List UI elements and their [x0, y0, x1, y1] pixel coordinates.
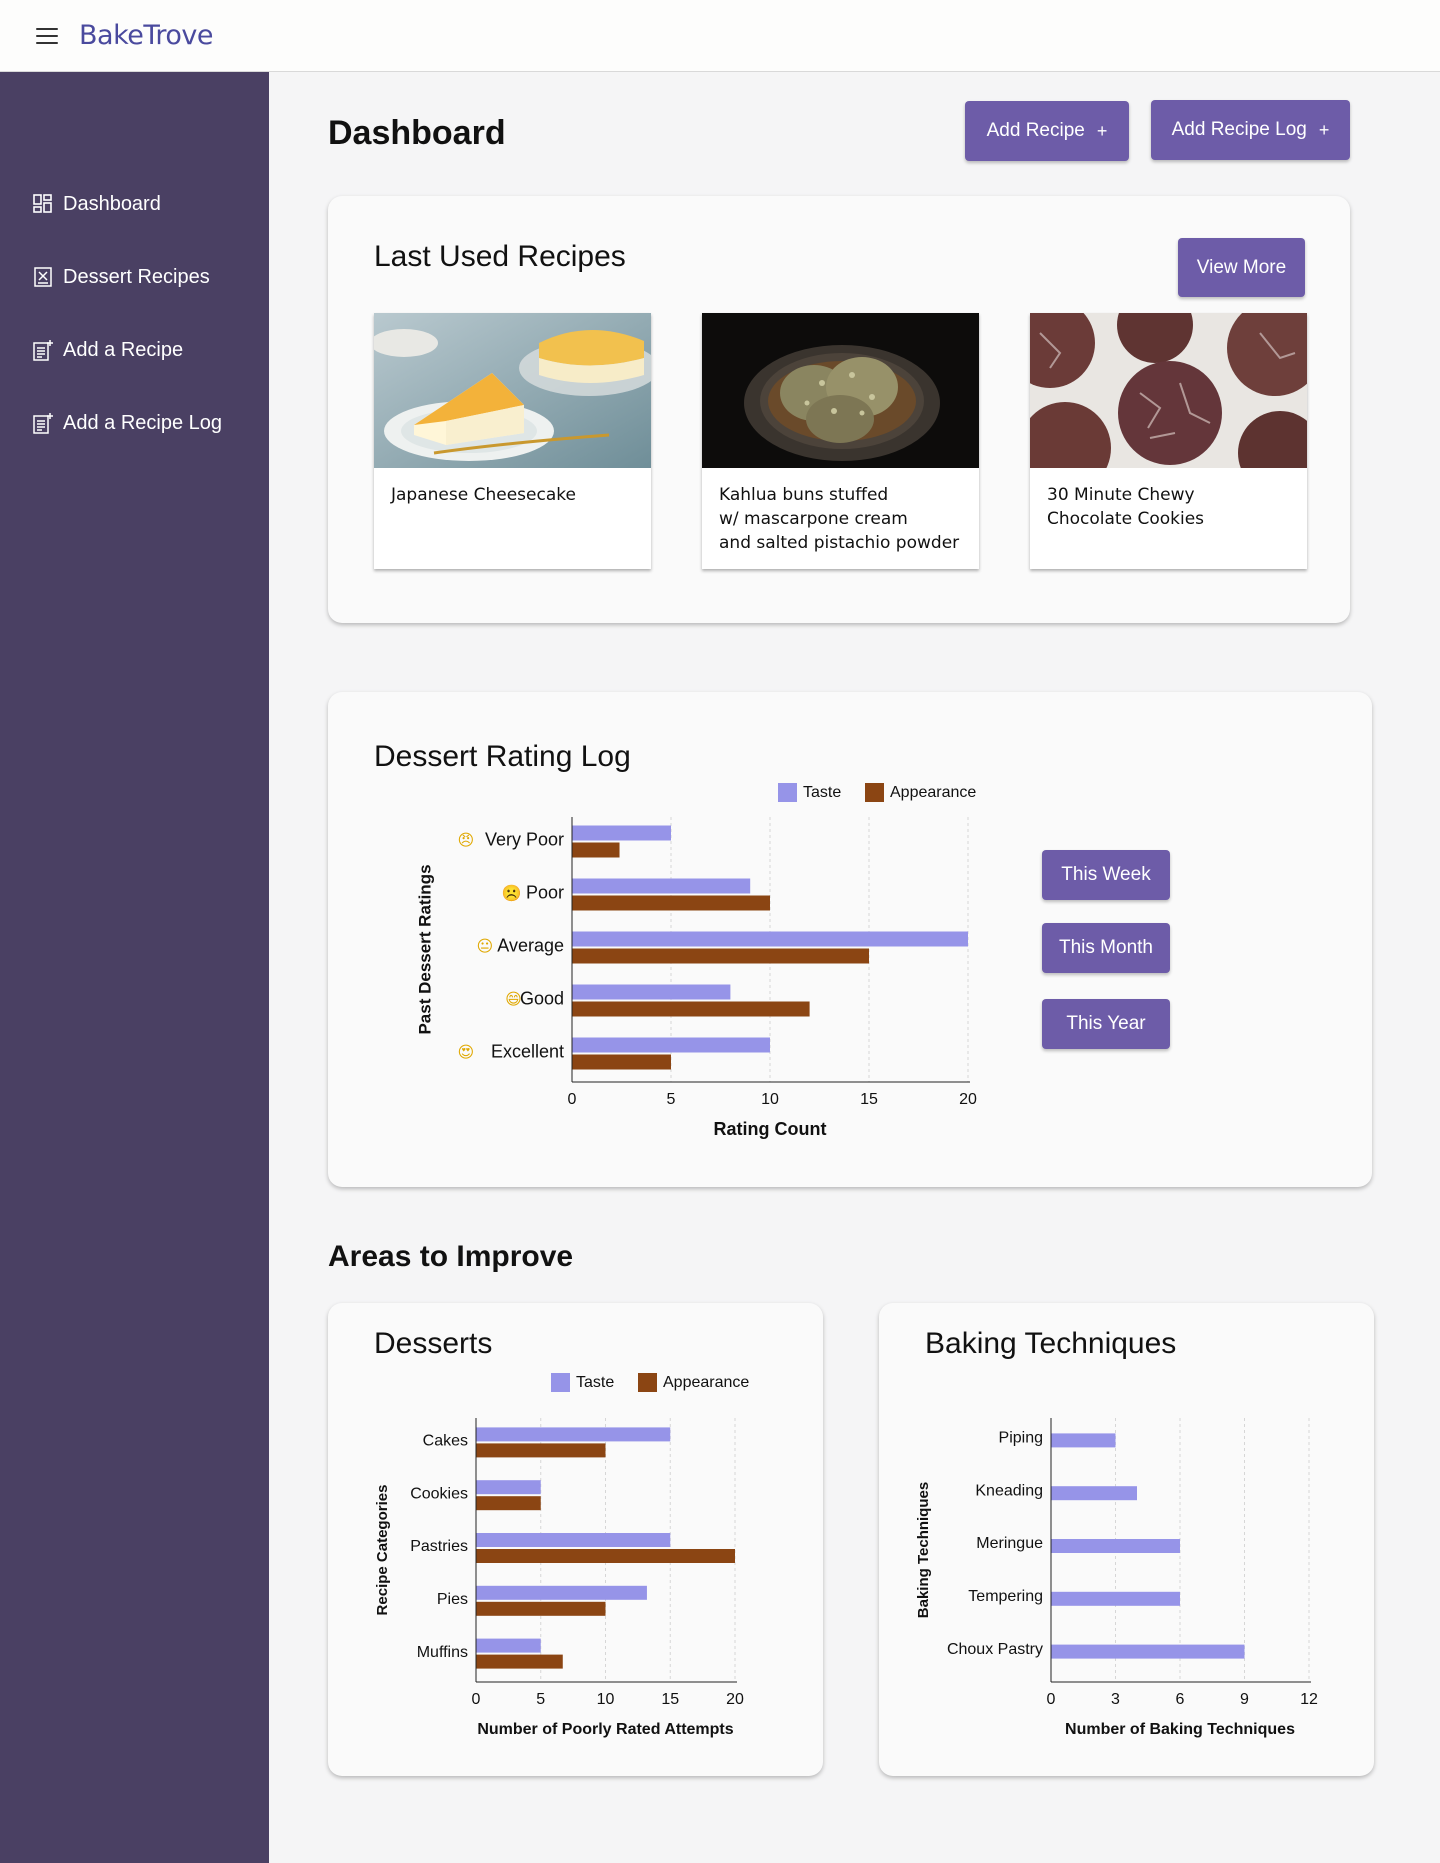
sidebar-item-label: Add a Recipe Log	[63, 411, 223, 434]
baking-techniques-card	[879, 1303, 1374, 1776]
sidebar-item-dessert-recipes[interactable]: Dessert Recipes	[32, 262, 210, 292]
recipe-book-icon	[34, 267, 52, 287]
sidebar-item-label: Dessert Recipes	[63, 265, 210, 288]
baking-techniques-title: Baking Techniques	[925, 1327, 1177, 1360]
plus-icon: +	[1318, 119, 1330, 140]
add-document-icon	[33, 340, 53, 361]
kahlua-buns-photo	[702, 313, 979, 468]
plus-icon: +	[1096, 120, 1108, 141]
areas-to-improve-heading: Areas to Improve	[328, 1240, 574, 1273]
add-recipe-button[interactable]: Add Recipe +	[965, 101, 1129, 161]
page-title: Dashboard	[328, 114, 506, 152]
add-recipe-log-label: Add Recipe Log	[1171, 119, 1307, 140]
view-more-button[interactable]: View More	[1178, 238, 1305, 297]
hamburger-menu-icon[interactable]	[36, 28, 58, 46]
recipe-card-kahlua-buns[interactable]: Kahlua buns stuffed w/ mascarpone cream …	[702, 313, 979, 569]
sidebar: Dashboard Dessert Recipes Add a Recipe A…	[0, 72, 269, 1863]
sidebar-item-label: Dashboard	[63, 192, 161, 215]
this-month-button[interactable]: This Month	[1042, 923, 1170, 973]
chocolate-cookies-photo	[1030, 313, 1307, 468]
this-week-button[interactable]: This Week	[1042, 850, 1170, 900]
desserts-card	[328, 1303, 823, 1776]
recipe-name: Japanese Cheesecake	[391, 485, 576, 505]
recipe-name: Kahlua buns stuffed w/ mascarpone cream …	[719, 485, 960, 553]
this-year-button[interactable]: This Year	[1042, 999, 1170, 1049]
sidebar-item-dashboard[interactable]: Dashboard	[32, 189, 161, 219]
recipe-card-chocolate-cookies[interactable]: 30 Minute Chewy Chocolate Cookies	[1030, 313, 1307, 569]
recipe-card-japanese-cheesecake[interactable]: Japanese Cheesecake	[374, 313, 651, 569]
sidebar-item-add-recipe[interactable]: Add a Recipe	[32, 335, 183, 365]
rating-log-title: Dessert Rating Log	[374, 740, 631, 773]
add-recipe-log-button[interactable]: Add Recipe Log +	[1151, 100, 1350, 160]
desserts-title: Desserts	[374, 1327, 493, 1360]
recipe-name: 30 Minute Chewy Chocolate Cookies	[1047, 485, 1205, 529]
sidebar-item-add-recipe-log[interactable]: Add a Recipe Log	[32, 408, 222, 438]
sidebar-item-label: Add a Recipe	[63, 338, 184, 361]
add-recipe-label: Add Recipe	[986, 120, 1085, 141]
add-document-icon	[33, 413, 53, 434]
brand-logo[interactable]: BakeTrove	[79, 20, 214, 51]
dashboard-grid-icon	[33, 194, 52, 213]
top-bar: BakeTrove	[0, 0, 1440, 72]
last-used-title: Last Used Recipes	[374, 240, 626, 273]
cheesecake-photo	[374, 313, 651, 468]
